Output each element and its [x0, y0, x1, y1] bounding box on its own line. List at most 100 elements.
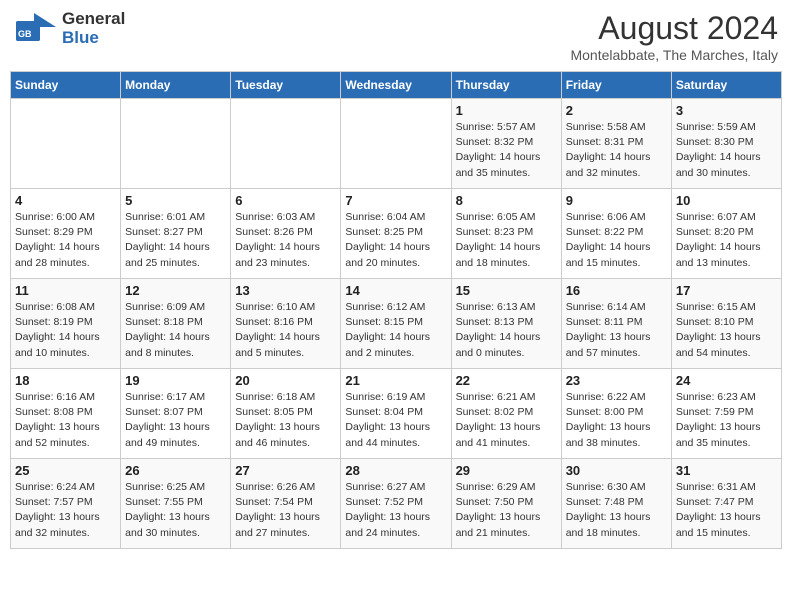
day-info: Sunrise: 6:07 AM Sunset: 8:20 PM Dayligh…	[676, 210, 777, 271]
calendar-cell	[11, 99, 121, 189]
calendar-cell: 2 Sunrise: 5:58 AM Sunset: 8:31 PM Dayli…	[561, 99, 671, 189]
day-number: 3	[676, 103, 777, 118]
svg-text:GB: GB	[18, 29, 32, 39]
day-info: Sunrise: 6:29 AM Sunset: 7:50 PM Dayligh…	[456, 480, 557, 541]
calendar-cell: 27 Sunrise: 6:26 AM Sunset: 7:54 PM Dayl…	[231, 459, 341, 549]
day-info: Sunrise: 6:14 AM Sunset: 8:11 PM Dayligh…	[566, 300, 667, 361]
day-number: 13	[235, 283, 336, 298]
day-number: 8	[456, 193, 557, 208]
day-number: 27	[235, 463, 336, 478]
day-info: Sunrise: 6:16 AM Sunset: 8:08 PM Dayligh…	[15, 390, 116, 451]
title-area: August 2024 Montelabbate, The Marches, I…	[570, 10, 778, 63]
calendar-cell: 20 Sunrise: 6:18 AM Sunset: 8:05 PM Dayl…	[231, 369, 341, 459]
day-number: 20	[235, 373, 336, 388]
calendar-table: SundayMondayTuesdayWednesdayThursdayFrid…	[10, 71, 782, 549]
calendar-cell: 19 Sunrise: 6:17 AM Sunset: 8:07 PM Dayl…	[121, 369, 231, 459]
day-info: Sunrise: 6:26 AM Sunset: 7:54 PM Dayligh…	[235, 480, 336, 541]
calendar-week-2: 4 Sunrise: 6:00 AM Sunset: 8:29 PM Dayli…	[11, 189, 782, 279]
day-info: Sunrise: 5:59 AM Sunset: 8:30 PM Dayligh…	[676, 120, 777, 181]
day-number: 16	[566, 283, 667, 298]
day-info: Sunrise: 6:09 AM Sunset: 8:18 PM Dayligh…	[125, 300, 226, 361]
col-header-sunday: Sunday	[11, 72, 121, 99]
calendar-cell: 17 Sunrise: 6:15 AM Sunset: 8:10 PM Dayl…	[671, 279, 781, 369]
calendar-cell: 16 Sunrise: 6:14 AM Sunset: 8:11 PM Dayl…	[561, 279, 671, 369]
day-number: 11	[15, 283, 116, 298]
calendar-cell: 25 Sunrise: 6:24 AM Sunset: 7:57 PM Dayl…	[11, 459, 121, 549]
calendar-cell: 3 Sunrise: 5:59 AM Sunset: 8:30 PM Dayli…	[671, 99, 781, 189]
calendar-cell: 8 Sunrise: 6:05 AM Sunset: 8:23 PM Dayli…	[451, 189, 561, 279]
day-number: 2	[566, 103, 667, 118]
calendar-cell: 15 Sunrise: 6:13 AM Sunset: 8:13 PM Dayl…	[451, 279, 561, 369]
day-info: Sunrise: 5:57 AM Sunset: 8:32 PM Dayligh…	[456, 120, 557, 181]
col-header-saturday: Saturday	[671, 72, 781, 99]
calendar-cell	[121, 99, 231, 189]
logo-text-block: General Blue	[62, 10, 125, 47]
day-info: Sunrise: 6:13 AM Sunset: 8:13 PM Dayligh…	[456, 300, 557, 361]
day-number: 24	[676, 373, 777, 388]
day-info: Sunrise: 6:06 AM Sunset: 8:22 PM Dayligh…	[566, 210, 667, 271]
calendar-cell: 18 Sunrise: 6:16 AM Sunset: 8:08 PM Dayl…	[11, 369, 121, 459]
calendar-cell	[341, 99, 451, 189]
col-header-thursday: Thursday	[451, 72, 561, 99]
day-number: 22	[456, 373, 557, 388]
calendar-week-5: 25 Sunrise: 6:24 AM Sunset: 7:57 PM Dayl…	[11, 459, 782, 549]
day-number: 23	[566, 373, 667, 388]
calendar-cell: 7 Sunrise: 6:04 AM Sunset: 8:25 PM Dayli…	[341, 189, 451, 279]
day-info: Sunrise: 6:08 AM Sunset: 8:19 PM Dayligh…	[15, 300, 116, 361]
calendar-cell: 31 Sunrise: 6:31 AM Sunset: 7:47 PM Dayl…	[671, 459, 781, 549]
day-number: 18	[15, 373, 116, 388]
day-number: 5	[125, 193, 226, 208]
day-number: 17	[676, 283, 777, 298]
day-info: Sunrise: 6:03 AM Sunset: 8:26 PM Dayligh…	[235, 210, 336, 271]
day-info: Sunrise: 6:17 AM Sunset: 8:07 PM Dayligh…	[125, 390, 226, 451]
day-info: Sunrise: 6:10 AM Sunset: 8:16 PM Dayligh…	[235, 300, 336, 361]
day-info: Sunrise: 6:31 AM Sunset: 7:47 PM Dayligh…	[676, 480, 777, 541]
day-number: 1	[456, 103, 557, 118]
calendar-cell: 22 Sunrise: 6:21 AM Sunset: 8:02 PM Dayl…	[451, 369, 561, 459]
day-info: Sunrise: 6:04 AM Sunset: 8:25 PM Dayligh…	[345, 210, 446, 271]
day-info: Sunrise: 6:21 AM Sunset: 8:02 PM Dayligh…	[456, 390, 557, 451]
day-number: 14	[345, 283, 446, 298]
day-info: Sunrise: 6:01 AM Sunset: 8:27 PM Dayligh…	[125, 210, 226, 271]
calendar-week-4: 18 Sunrise: 6:16 AM Sunset: 8:08 PM Dayl…	[11, 369, 782, 459]
day-info: Sunrise: 6:25 AM Sunset: 7:55 PM Dayligh…	[125, 480, 226, 541]
header: GB General Blue August 2024 Montelabbate…	[10, 10, 782, 63]
calendar-cell: 5 Sunrise: 6:01 AM Sunset: 8:27 PM Dayli…	[121, 189, 231, 279]
day-number: 28	[345, 463, 446, 478]
day-info: Sunrise: 6:05 AM Sunset: 8:23 PM Dayligh…	[456, 210, 557, 271]
day-info: Sunrise: 5:58 AM Sunset: 8:31 PM Dayligh…	[566, 120, 667, 181]
calendar-cell: 6 Sunrise: 6:03 AM Sunset: 8:26 PM Dayli…	[231, 189, 341, 279]
day-info: Sunrise: 6:12 AM Sunset: 8:15 PM Dayligh…	[345, 300, 446, 361]
calendar-cell: 14 Sunrise: 6:12 AM Sunset: 8:15 PM Dayl…	[341, 279, 451, 369]
logo-svg: GB	[14, 11, 58, 47]
calendar-cell: 29 Sunrise: 6:29 AM Sunset: 7:50 PM Dayl…	[451, 459, 561, 549]
day-info: Sunrise: 6:30 AM Sunset: 7:48 PM Dayligh…	[566, 480, 667, 541]
calendar-cell: 21 Sunrise: 6:19 AM Sunset: 8:04 PM Dayl…	[341, 369, 451, 459]
calendar-cell: 26 Sunrise: 6:25 AM Sunset: 7:55 PM Dayl…	[121, 459, 231, 549]
day-number: 19	[125, 373, 226, 388]
day-info: Sunrise: 6:23 AM Sunset: 7:59 PM Dayligh…	[676, 390, 777, 451]
calendar-cell: 13 Sunrise: 6:10 AM Sunset: 8:16 PM Dayl…	[231, 279, 341, 369]
calendar-header-row: SundayMondayTuesdayWednesdayThursdayFrid…	[11, 72, 782, 99]
calendar-cell: 1 Sunrise: 5:57 AM Sunset: 8:32 PM Dayli…	[451, 99, 561, 189]
day-number: 12	[125, 283, 226, 298]
day-number: 21	[345, 373, 446, 388]
logo: GB General Blue	[14, 10, 125, 47]
calendar-cell	[231, 99, 341, 189]
day-number: 26	[125, 463, 226, 478]
day-number: 9	[566, 193, 667, 208]
day-number: 7	[345, 193, 446, 208]
calendar-cell: 24 Sunrise: 6:23 AM Sunset: 7:59 PM Dayl…	[671, 369, 781, 459]
day-info: Sunrise: 6:18 AM Sunset: 8:05 PM Dayligh…	[235, 390, 336, 451]
col-header-friday: Friday	[561, 72, 671, 99]
day-number: 10	[676, 193, 777, 208]
day-info: Sunrise: 6:00 AM Sunset: 8:29 PM Dayligh…	[15, 210, 116, 271]
day-number: 25	[15, 463, 116, 478]
day-info: Sunrise: 6:19 AM Sunset: 8:04 PM Dayligh…	[345, 390, 446, 451]
logo-blue: Blue	[62, 28, 99, 47]
logo-general: General	[62, 10, 125, 29]
day-number: 6	[235, 193, 336, 208]
calendar-cell: 30 Sunrise: 6:30 AM Sunset: 7:48 PM Dayl…	[561, 459, 671, 549]
day-number: 15	[456, 283, 557, 298]
col-header-wednesday: Wednesday	[341, 72, 451, 99]
